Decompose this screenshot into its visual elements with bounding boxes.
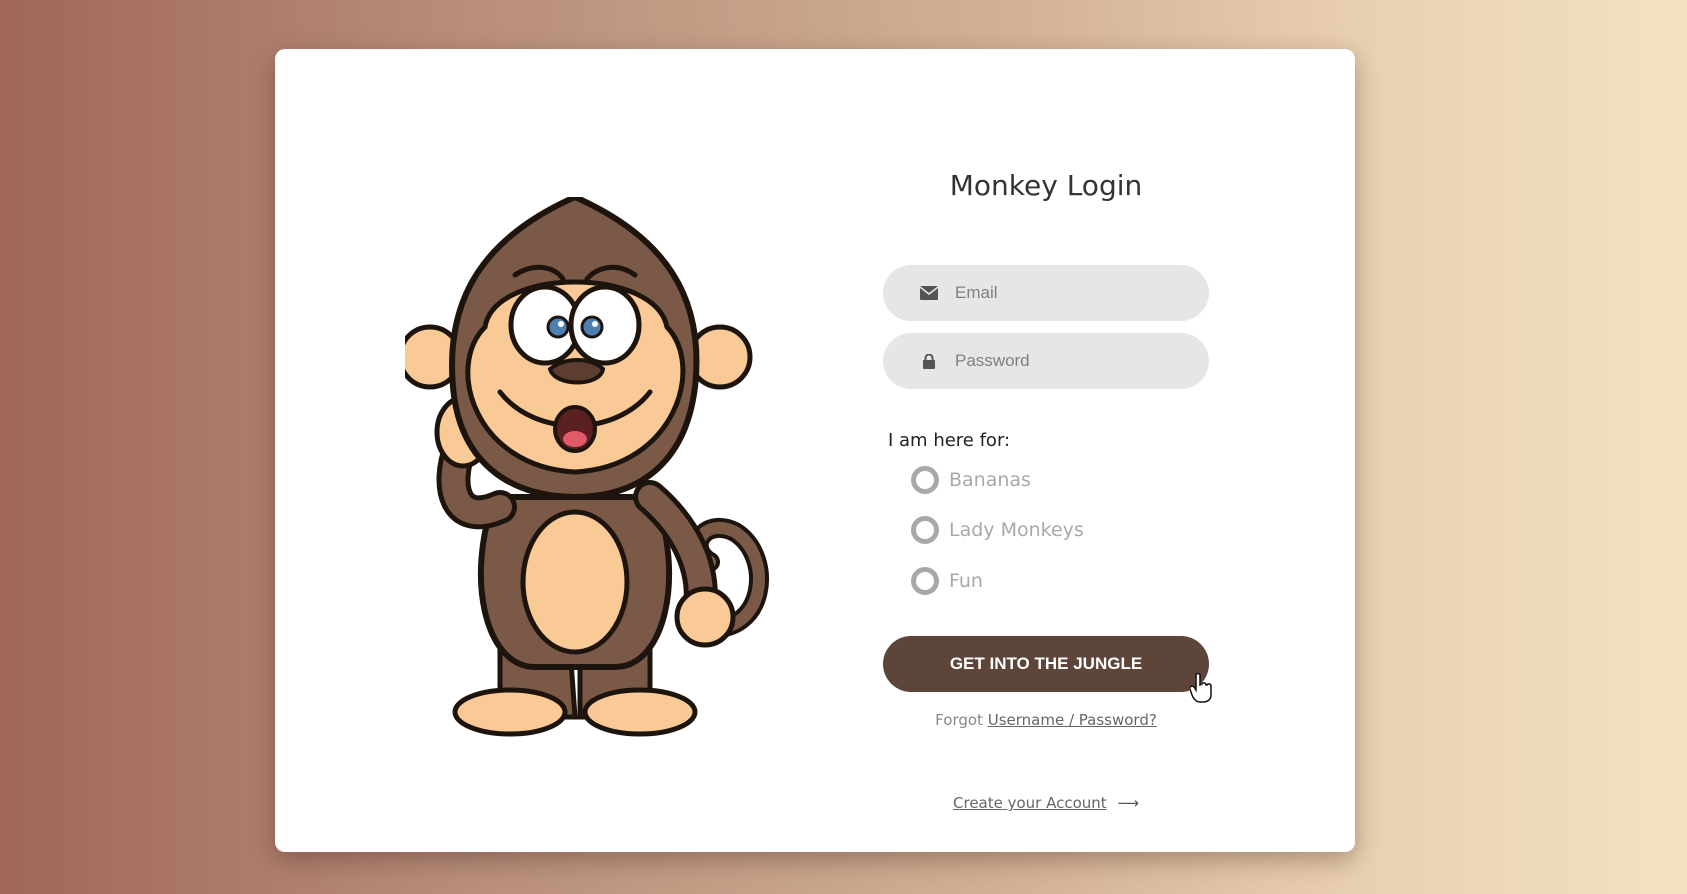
purpose-label: I am here for: xyxy=(888,430,1011,451)
radio-option-label: Lady Monkeys xyxy=(949,519,1084,541)
forgot-prefix: Forgot xyxy=(935,711,983,729)
radio-option-bananas[interactable]: Bananas xyxy=(911,466,1031,494)
login-card: Monkey Login I am here for: Bana xyxy=(275,49,1355,852)
envelope-icon xyxy=(919,283,939,303)
radio-button[interactable] xyxy=(911,466,939,494)
page-title: Monkey Login xyxy=(949,169,1143,202)
login-form: Monkey Login I am here for: Bana xyxy=(883,49,1212,852)
email-field[interactable] xyxy=(953,282,1187,304)
email-field-wrapper[interactable] xyxy=(883,265,1209,321)
forgot-link[interactable]: Username / Password? xyxy=(988,711,1157,729)
radio-option-lady-monkeys[interactable]: Lady Monkeys xyxy=(911,516,1084,544)
create-account-link[interactable]: Create your Account xyxy=(953,794,1107,812)
forgot-credentials: Forgot Username / Password? xyxy=(883,711,1209,729)
radio-option-label: Fun xyxy=(949,570,983,592)
arrow-right-icon: ⟶ xyxy=(1117,794,1139,812)
submit-button[interactable]: GET INTO THE JUNGLE xyxy=(883,636,1209,692)
monkey-illustration xyxy=(405,197,785,737)
radio-option-fun[interactable]: Fun xyxy=(911,567,983,595)
radio-button[interactable] xyxy=(911,567,939,595)
create-account: Create your Account ⟶ xyxy=(883,794,1209,812)
password-field[interactable] xyxy=(953,350,1187,372)
hand-pointer-cursor xyxy=(1189,672,1212,703)
radio-option-label: Bananas xyxy=(949,469,1031,491)
radio-button[interactable] xyxy=(911,516,939,544)
password-field-wrapper[interactable] xyxy=(883,333,1209,389)
lock-icon xyxy=(919,351,939,371)
